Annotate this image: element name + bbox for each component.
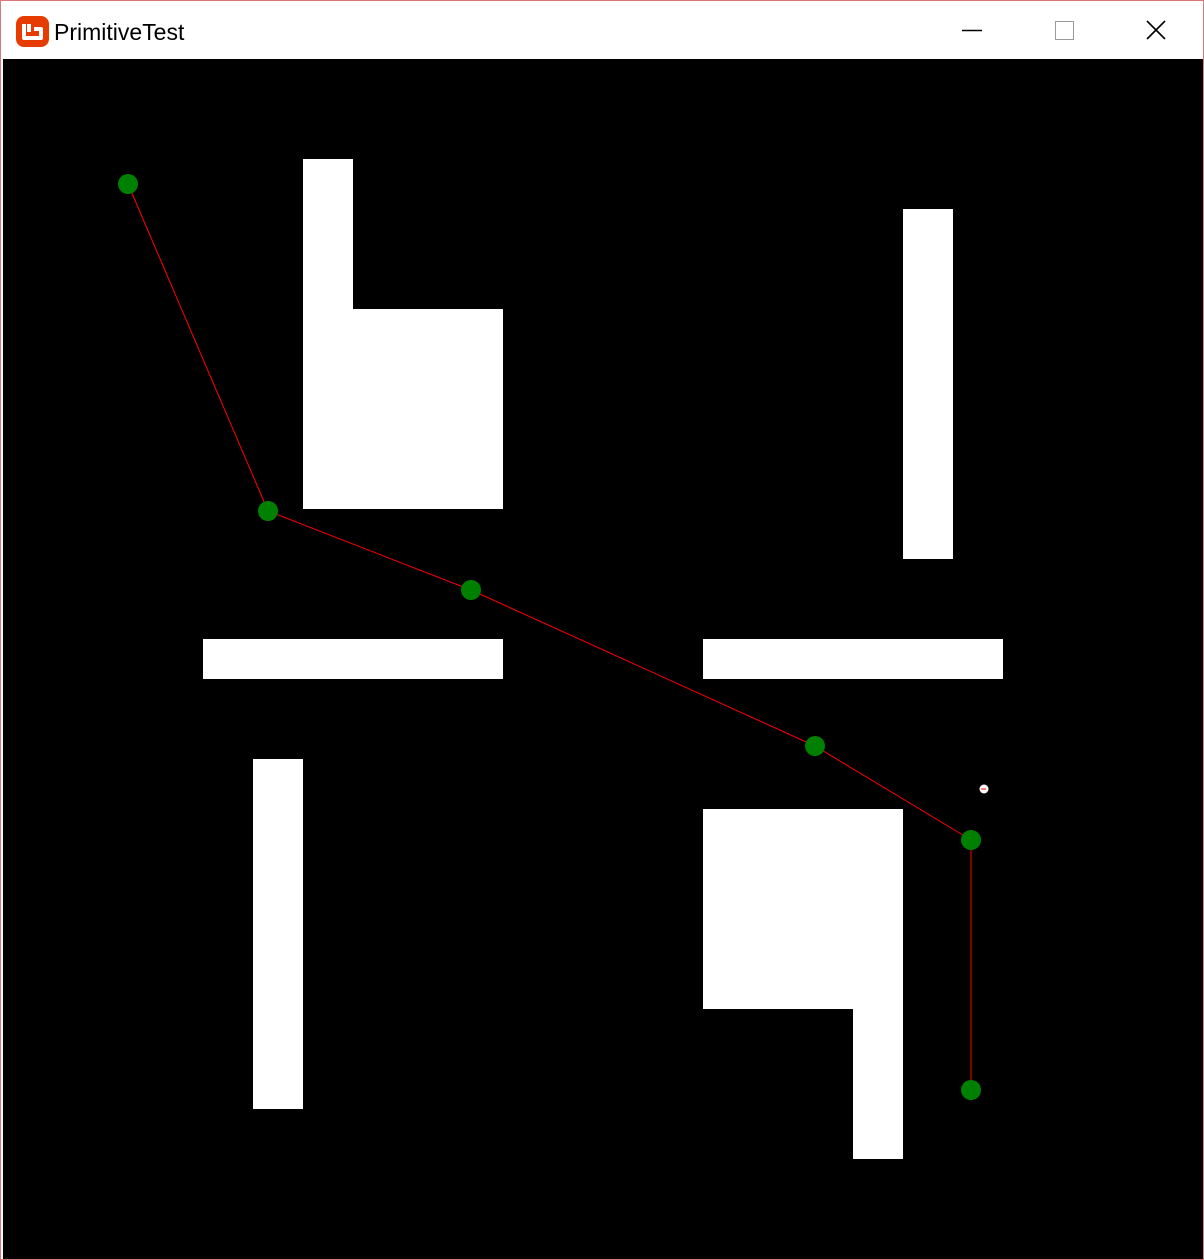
app-window: PrimitiveTest (0, 0, 1204, 1260)
waypoint-2 (258, 501, 278, 521)
obstacle-3 (203, 639, 503, 679)
waypoint-4 (805, 736, 825, 756)
obstacle-4 (703, 639, 1003, 679)
obstacle-6 (703, 809, 903, 1159)
close-button[interactable] (1110, 2, 1202, 59)
maximize-icon (1055, 21, 1074, 40)
obstacle-5 (253, 759, 303, 1109)
obstacle-1 (303, 159, 503, 509)
window-title: PrimitiveTest (54, 19, 185, 45)
maximize-button[interactable] (1018, 2, 1110, 59)
close-icon (1146, 20, 1166, 40)
game-canvas[interactable] (3, 59, 1203, 1259)
obstacle-2 (903, 209, 953, 559)
scene-svg (118, 159, 1003, 1159)
monogame-logo-icon (16, 16, 49, 47)
waypoint-6 (961, 1080, 981, 1100)
waypoint-3 (461, 580, 481, 600)
minimize-button[interactable] (926, 2, 1018, 59)
waypoint-5 (961, 830, 981, 850)
title-bar[interactable]: PrimitiveTest (2, 2, 1202, 59)
minimize-icon (962, 29, 982, 32)
waypoint-1 (118, 174, 138, 194)
